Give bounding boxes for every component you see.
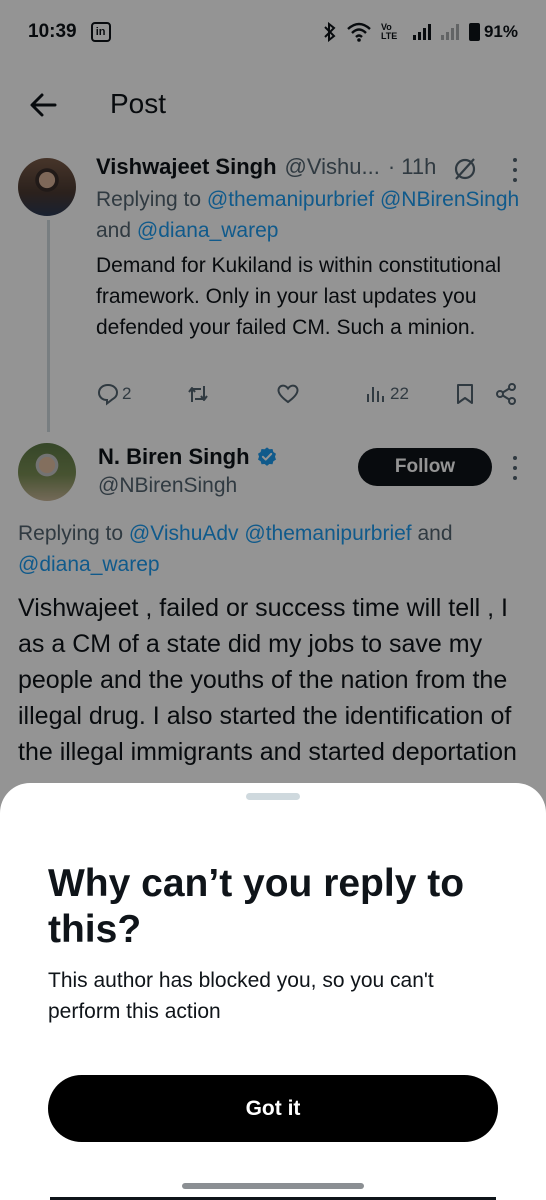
app-screen: 10:39 in Vo LTE 91% Post Vishwajeet Sing… [0,0,546,1200]
sheet-drag-handle[interactable] [246,793,300,800]
home-indicator[interactable] [182,1183,364,1189]
sheet-message: This author has blocked you, so you can'… [48,969,434,1023]
sheet-title: Why can’t you reply to this? [48,862,465,951]
got-it-button[interactable]: Got it [48,1075,498,1142]
bottom-sheet: Why can’t you reply to this? This author… [0,783,546,1200]
